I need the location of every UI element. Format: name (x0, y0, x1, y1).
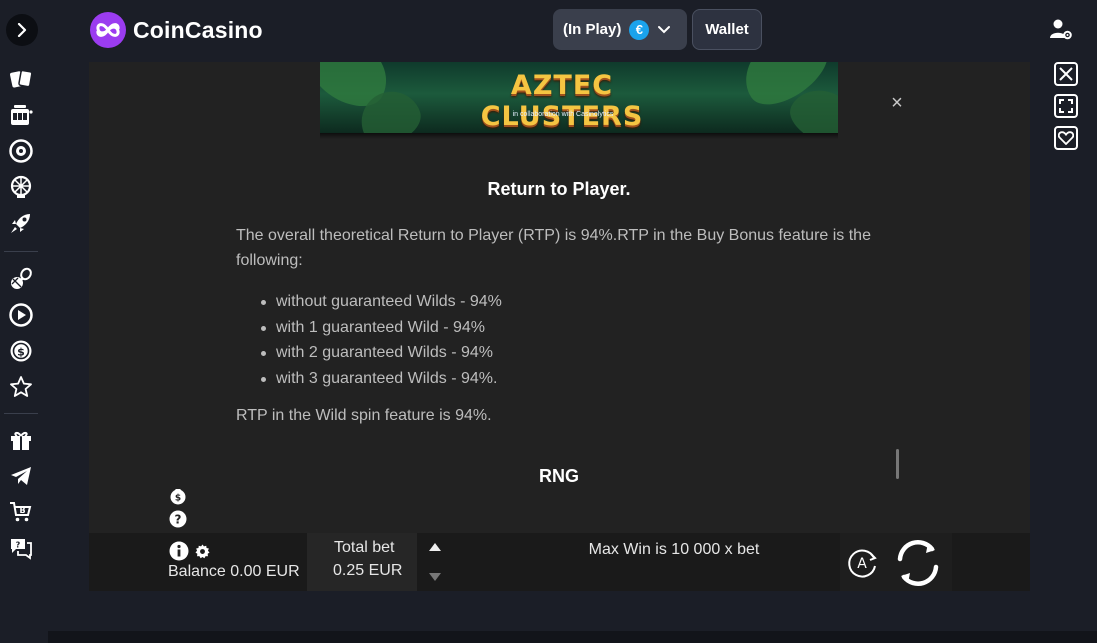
money-bag-icon[interactable]: $ (169, 487, 187, 505)
autoplay-icon[interactable]: A (845, 546, 879, 580)
list-item: without guaranteed Wilds - 94% (261, 289, 502, 315)
close-icon (1059, 67, 1073, 81)
coin-icon[interactable]: $ (8, 338, 34, 364)
wild-spin-rtp: RTP in the Wild spin feature is 94%. (236, 407, 492, 424)
sports-icon[interactable] (8, 266, 34, 292)
gift-icon[interactable] (8, 427, 34, 453)
info-paragraph: The overall theoretical Return to Player… (236, 227, 871, 269)
close-info-icon[interactable]: × (889, 93, 905, 113)
cards-icon[interactable] (8, 66, 34, 92)
game-logo-title: AZTEC CLUSTERS (480, 70, 644, 132)
footer-strip (48, 631, 1097, 643)
brand-logo[interactable]: CoinCasino (89, 11, 263, 49)
play-circle-icon[interactable] (8, 302, 34, 328)
rocket-icon[interactable] (8, 210, 34, 236)
list-item: with 2 guaranteed Wilds - 94% (261, 340, 502, 366)
svg-text:?: ? (175, 513, 182, 527)
bet-decrease-icon[interactable] (429, 573, 441, 581)
spin-button-icon[interactable] (892, 537, 944, 589)
favorite-heart-icon (1058, 131, 1074, 145)
nav-divider (4, 413, 38, 414)
gear-icon[interactable] (195, 544, 210, 559)
slot-machine-icon[interactable] (8, 102, 34, 128)
svg-text:$: $ (175, 494, 181, 504)
app-root: CoinCasino (In Play) € Wallet $ B ? AZTE… (0, 0, 1097, 643)
play-mode-select[interactable]: (In Play) € (553, 9, 687, 50)
game-bottom-bar: Balance 0.00 EUR Total bet 0.25 EUR Max … (89, 533, 1030, 591)
rtp-list: without guaranteed Wilds - 94% with 1 gu… (261, 289, 502, 392)
total-bet-label: Total bet (334, 539, 395, 556)
banner-shadow (320, 133, 838, 139)
balance-display: Balance 0.00 EUR (168, 563, 300, 580)
sidebar-toggle-button[interactable] (6, 14, 38, 46)
favorite-button[interactable] (1054, 126, 1078, 150)
telegram-icon[interactable] (8, 463, 34, 489)
brand-name: CoinCasino (133, 16, 263, 43)
game-frame: AZTEC CLUSTERS in collaboration with Cas… (89, 62, 1030, 591)
sidebar-nav: $ B ? (0, 62, 48, 643)
chevron-down-icon (658, 25, 671, 33)
fullscreen-button[interactable] (1054, 94, 1078, 118)
star-icon[interactable] (8, 374, 34, 400)
wallet-button[interactable]: Wallet (692, 9, 762, 50)
rng-heading: RNG (539, 466, 579, 486)
chevron-right-icon (17, 23, 27, 37)
list-item: with 3 guaranteed Wilds - 94%. (261, 366, 502, 392)
crypto-cart-icon[interactable]: B (8, 499, 34, 525)
game-logo-subtitle: in collaboration with Casinolytics (512, 111, 614, 118)
svg-text:?: ? (16, 541, 21, 550)
play-mode-label: (In Play) (563, 21, 622, 38)
bet-increase-icon[interactable] (429, 543, 441, 551)
info-title: Return to Player. (487, 179, 631, 199)
fullscreen-icon (1059, 99, 1073, 113)
roulette-icon[interactable] (8, 138, 34, 164)
svg-text:$: $ (17, 346, 25, 359)
svg-text:B: B (19, 506, 25, 515)
user-settings-icon[interactable] (1049, 17, 1073, 41)
game-banner: AZTEC CLUSTERS in collaboration with Cas… (320, 62, 838, 133)
chat-icon[interactable]: ? (8, 535, 34, 561)
help-icon[interactable]: ? (169, 510, 187, 528)
max-win-text: Max Win is 10 000 x bet (588, 541, 760, 558)
coincasino-logo-icon (90, 12, 126, 48)
total-bet-value: 0.25 EUR (333, 562, 403, 579)
nav-divider (4, 251, 38, 252)
info-scrollbar[interactable] (896, 449, 899, 479)
autoplay-letter: A (857, 556, 867, 572)
info-icon[interactable] (169, 541, 189, 561)
euro-currency-icon: € (629, 19, 650, 40)
list-item: with 1 guaranteed Wild - 94% (261, 315, 502, 341)
wheel-icon[interactable] (8, 174, 34, 200)
top-bar: CoinCasino (In Play) € Wallet (0, 0, 1097, 62)
close-game-button[interactable] (1054, 62, 1078, 86)
